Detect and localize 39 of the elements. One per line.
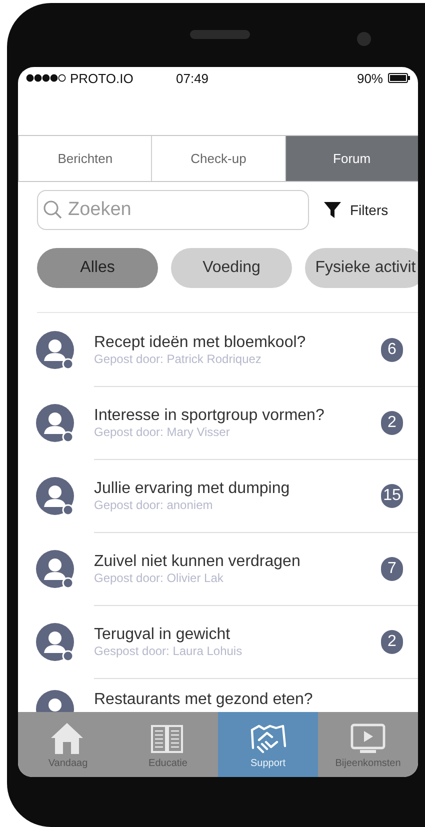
thread-title[interactable]: Restaurants met gezond eten?: [94, 690, 418, 709]
battery-percent: 90%: [356, 70, 383, 86]
signal-icon: [26, 73, 66, 83]
thread-title[interactable]: Terugval in gewicht: [94, 625, 381, 644]
category-chip[interactable]: Voeding: [171, 248, 292, 288]
reply-count-badge: 6: [381, 338, 403, 362]
book-icon: [150, 722, 186, 756]
thread-author: Gepost door: Olivier Lak: [94, 571, 224, 585]
category-chip[interactable]: Alles: [37, 248, 158, 288]
reply-count-badge: 2: [381, 630, 403, 654]
user-avatar-icon: [36, 622, 74, 660]
thread-title[interactable]: Interesse in sportgroup vormen?: [94, 406, 381, 425]
thread-title[interactable]: Zuivel niet kunnen verdragen: [94, 552, 381, 571]
search-icon: [43, 200, 62, 219]
handshake-icon: [250, 722, 286, 756]
camera-dot: [357, 32, 371, 46]
thread-author: Gepost door: Mary Visser: [94, 425, 231, 439]
clock-time: 07:49: [176, 70, 209, 86]
thread-author: Gepost door: Patrick Rodriquez: [94, 352, 262, 366]
search-field[interactable]: Zoeken: [37, 190, 309, 230]
carrier-name: PROTO.IO: [70, 70, 134, 86]
thread-author: Gespost door: Laura Lohuis: [94, 644, 244, 658]
tab[interactable]: Forum: [284, 136, 418, 181]
reply-count-badge: 2: [381, 410, 403, 434]
user-avatar-icon: [36, 404, 74, 442]
reply-count-badge: 15: [381, 484, 403, 508]
category-chip[interactable]: Fysieke activit: [305, 248, 418, 288]
battery-icon: [388, 73, 410, 83]
reply-count-badge: 7: [381, 556, 403, 580]
user-avatar-icon: [36, 330, 74, 368]
speaker-grille: [190, 30, 250, 39]
video-screen-icon: [350, 722, 386, 756]
user-avatar-icon: [36, 550, 74, 588]
thread-title[interactable]: Recept ideën met bloemkool?: [94, 333, 381, 352]
thread-author: Gepost door: anoniem: [94, 498, 214, 512]
funnel-icon: [324, 202, 341, 218]
user-avatar-icon: [36, 476, 74, 514]
thread-title[interactable]: Jullie ervaring met dumping: [94, 479, 381, 498]
filters-button[interactable]: Filters: [320, 198, 392, 222]
